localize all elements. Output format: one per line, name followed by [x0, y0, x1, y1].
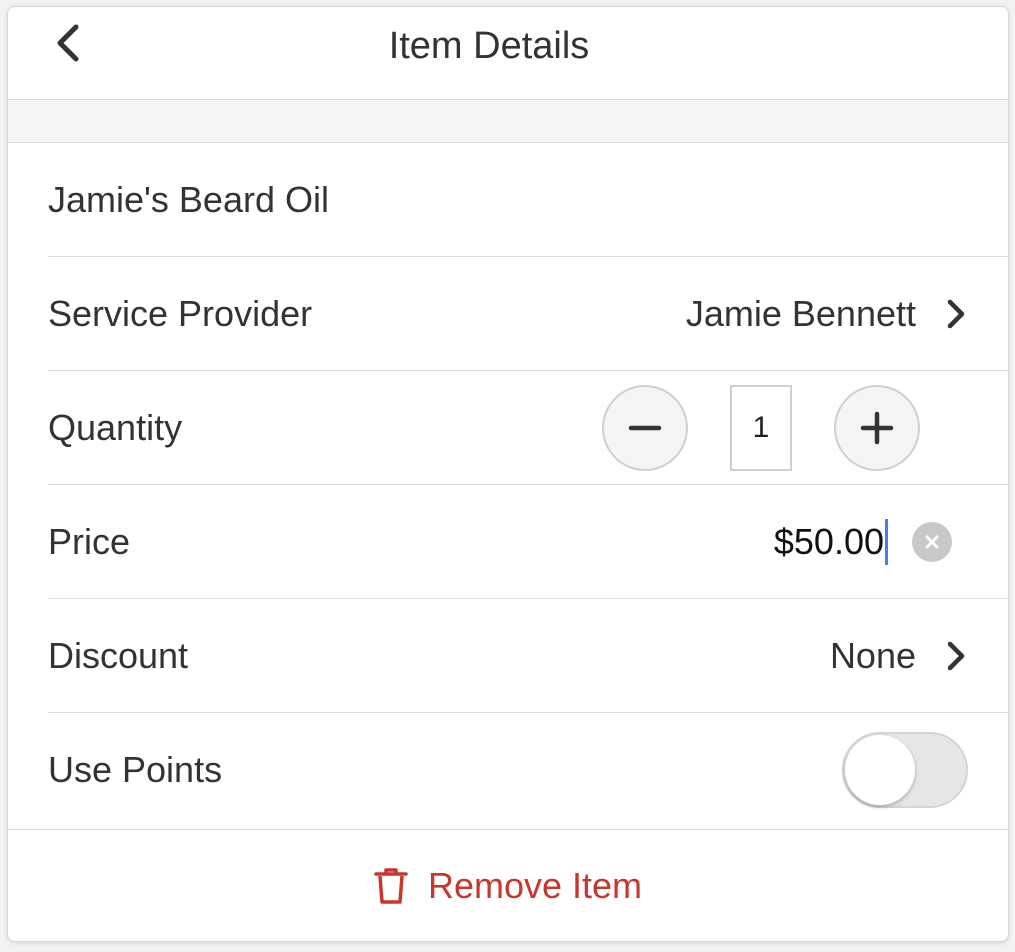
discount-label: Discount [48, 634, 189, 676]
minus-icon [628, 425, 662, 430]
item-details-panel: Item Details Jamie's Beard Oil Service P… [7, 6, 1009, 942]
service-provider-label: Service Provider [48, 292, 313, 334]
section-spacer [8, 100, 1008, 143]
clear-price-button[interactable] [912, 521, 952, 562]
chevron-right-icon [944, 640, 968, 672]
remove-item-label: Remove Item [427, 865, 643, 906]
clear-icon [925, 535, 939, 548]
trash-icon [374, 868, 408, 904]
remove-item-button[interactable]: Remove Item [374, 865, 642, 907]
discount-value: None [829, 634, 916, 676]
quantity-input[interactable]: 1 [730, 384, 792, 471]
text-caret [885, 518, 888, 565]
use-points-toggle[interactable] [842, 732, 968, 808]
use-points-row: Use Points [48, 713, 1008, 827]
plus-icon [860, 411, 894, 444]
footer: Remove Item [8, 829, 1008, 941]
quantity-stepper: 1 [602, 384, 920, 471]
price-input[interactable]: $50.00 [773, 518, 888, 565]
use-points-label: Use Points [48, 749, 223, 790]
service-provider-row[interactable]: Service Provider Jamie Bennett [48, 257, 1008, 371]
page-title: Item Details [388, 25, 590, 67]
discount-row[interactable]: Discount None [48, 599, 1008, 713]
decrement-button[interactable] [602, 384, 688, 471]
toggle-knob [845, 735, 915, 805]
increment-button[interactable] [834, 384, 920, 471]
item-name: Jamie's Beard Oil [48, 178, 329, 220]
item-name-row: Jamie's Beard Oil [48, 143, 1008, 257]
price-label: Price [48, 520, 131, 562]
service-provider-value: Jamie Bennett [685, 292, 916, 334]
chevron-right-icon [944, 298, 968, 330]
price-value: $50.00 [773, 520, 884, 562]
price-row: Price $50.00 [48, 485, 1008, 599]
quantity-row: Quantity 1 [48, 371, 1008, 485]
header: Item Details [8, 7, 1008, 100]
quantity-label: Quantity [48, 406, 183, 448]
